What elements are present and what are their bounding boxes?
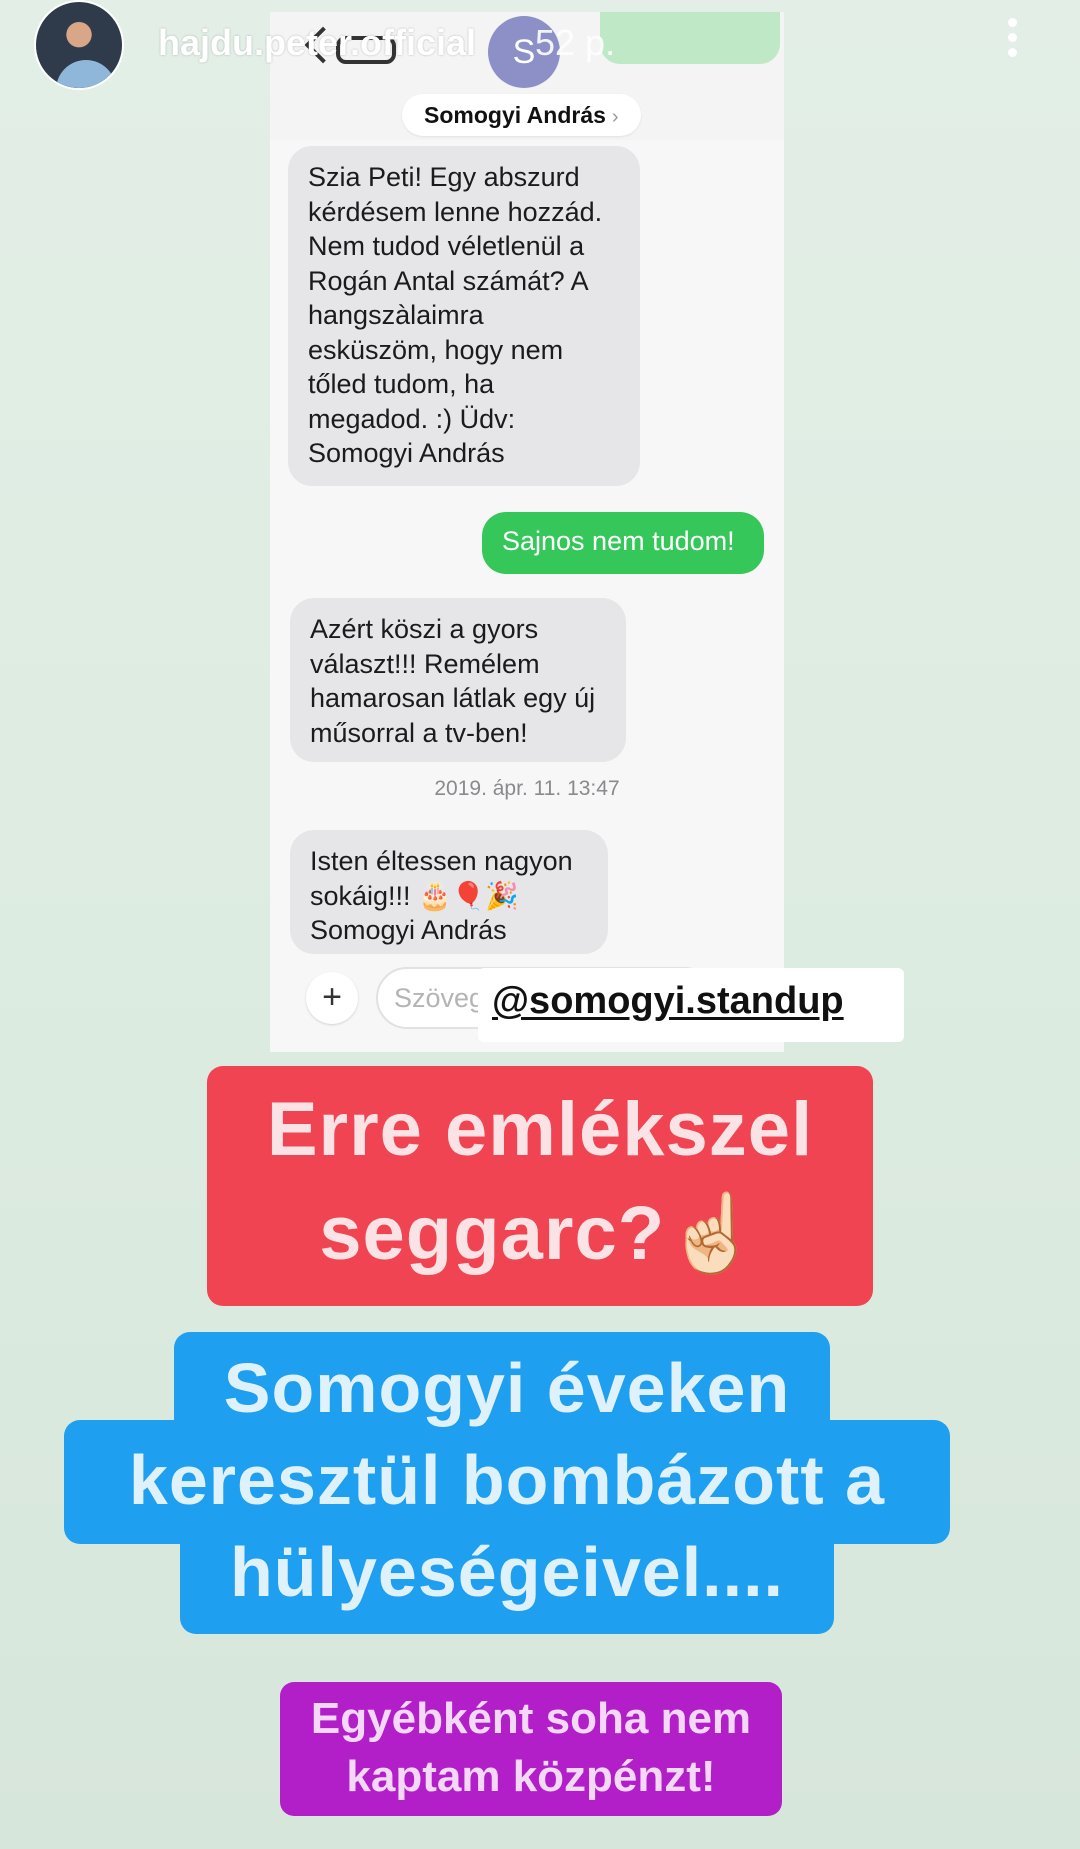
more-options-icon[interactable] [1000, 18, 1024, 66]
caption-red-text: Erre emlékszel seggarc?☝🏻 [266, 1087, 814, 1276]
story-time-ago: 52 p. [535, 22, 616, 63]
message-timestamp: 2019. ápr. 11. 13:47 [434, 777, 620, 800]
caption-purple-text: Egyébként soha nem kaptam közpénzt! [310, 1694, 752, 1801]
chat-screenshot: S Somogyi András › Szia Peti! Egy abszurd… [270, 12, 784, 1052]
profile-avatar[interactable] [34, 0, 124, 90]
story-header: hajdu.peter.official 52 p. [0, 0, 1080, 110]
message-incoming: Szia Peti! Egy abszurd kérdésem lenne ho… [288, 146, 640, 486]
plus-icon: + [306, 972, 358, 1024]
mention-text: @somogyi.standup [492, 980, 844, 1022]
story-username[interactable]: hajdu.peter.official [158, 22, 476, 64]
message-incoming: Azért köszi a gyors választ!!! Remélem h… [290, 598, 626, 762]
caption-red: Erre emlékszel seggarc?☝🏻 [207, 1066, 873, 1370]
mention-sticker[interactable]: @somogyi.standup [478, 968, 904, 1042]
message-outgoing: Sajnos nem tudom! [482, 512, 764, 574]
caption-blue-text: Somogyi éveken keresztül bombázott a hül… [128, 1349, 886, 1611]
message-incoming: Isten éltessen nagyon sokáig!!! 🎂🎈🎉 Somo… [290, 830, 608, 954]
